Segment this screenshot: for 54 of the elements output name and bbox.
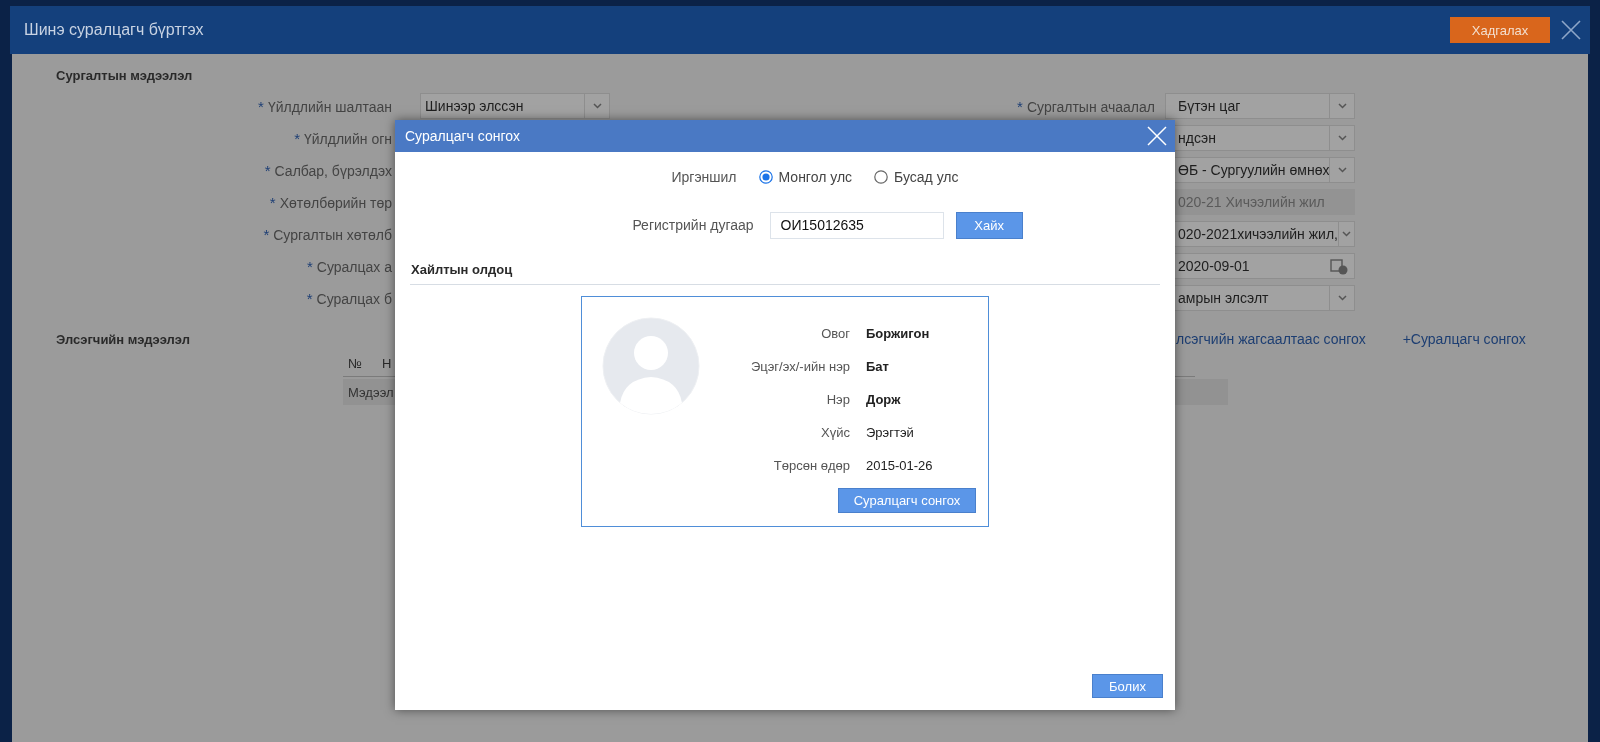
field-label: Овог [820,326,850,341]
field-label: Регистрийн дугаар [632,217,754,233]
chevron-down-icon [1337,167,1347,173]
dropdown-field[interactable]: Шинээр элссэн [420,93,610,119]
field-value: Дорж [866,392,902,407]
window-title: Шинэ суралцагч бүртгэх [24,21,205,39]
field-label: Суралцах а [316,258,392,275]
radio-button[interactable] [758,170,773,184]
table-cell: Мэдээл [348,384,394,400]
required-asterisk: * [306,257,313,275]
field-label: Хүйс [820,425,850,440]
dialog-title: Суралцагч сонгох [405,128,521,144]
field-label: Төрсөн өдөр [772,458,850,473]
field-label: Эцэг/эх/-ийн нэр [749,359,850,374]
column-header: № [348,355,362,371]
radio-label[interactable]: Монгол улс [778,169,853,185]
chevron-down-icon [1337,135,1347,141]
field-value: Боржигон [866,326,931,341]
field-value: Эрэгтэй [866,425,915,440]
field-label: Хөтөлбөрийн төр [279,194,392,211]
section-title: Хайлтын олдоц [410,261,514,279]
chevron-down-icon [1337,103,1347,109]
required-asterisk: * [294,129,300,147]
chevron-down-icon [592,103,602,109]
required-asterisk: * [258,97,264,115]
chevron-down-icon [1341,231,1351,237]
field-label: Үйлдлийн шалтаан [267,98,392,115]
section-title: Сургалтын мэдээлэл [56,68,194,85]
column-header: Н [381,355,392,371]
required-asterisk: * [264,161,271,179]
section-title: Элсэгчийн мэдээлэл [56,332,190,347]
field-label: Үйлдлийн огн [304,130,392,147]
chevron-down-icon [1337,295,1347,301]
required-asterisk: * [269,193,276,211]
required-asterisk: * [1017,97,1023,115]
radio-label[interactable]: Бусад улс [894,169,959,185]
field-label: Иргэншил [671,169,737,185]
link[interactable]: лсэгчийн жагсаалтаас сонгох [1176,331,1366,347]
radio-button[interactable] [874,170,889,184]
calendar-icon [1330,257,1348,275]
required-asterisk: * [306,289,313,307]
field-label: Нэр [825,392,850,407]
field-label: Сургалтын ачаалал [1026,98,1155,115]
field-label: Сургалтын хөтөлб [273,226,392,243]
dropdown-field[interactable]: Бүтэн цаг [1165,93,1355,119]
field-value: Бат [866,359,890,374]
close-icon[interactable] [1560,19,1582,41]
register-number-field[interactable]: ОИ15012635 [769,211,944,239]
avatar-silhouette-icon [602,317,700,415]
field-label: Салбар, бүрэлдэх [274,162,392,179]
link[interactable]: +Суралцагч сонгох [1402,331,1526,347]
field-value: 2015-01-26 [866,458,934,473]
required-asterisk: * [263,225,270,243]
field-label: Суралцах б [316,290,392,307]
